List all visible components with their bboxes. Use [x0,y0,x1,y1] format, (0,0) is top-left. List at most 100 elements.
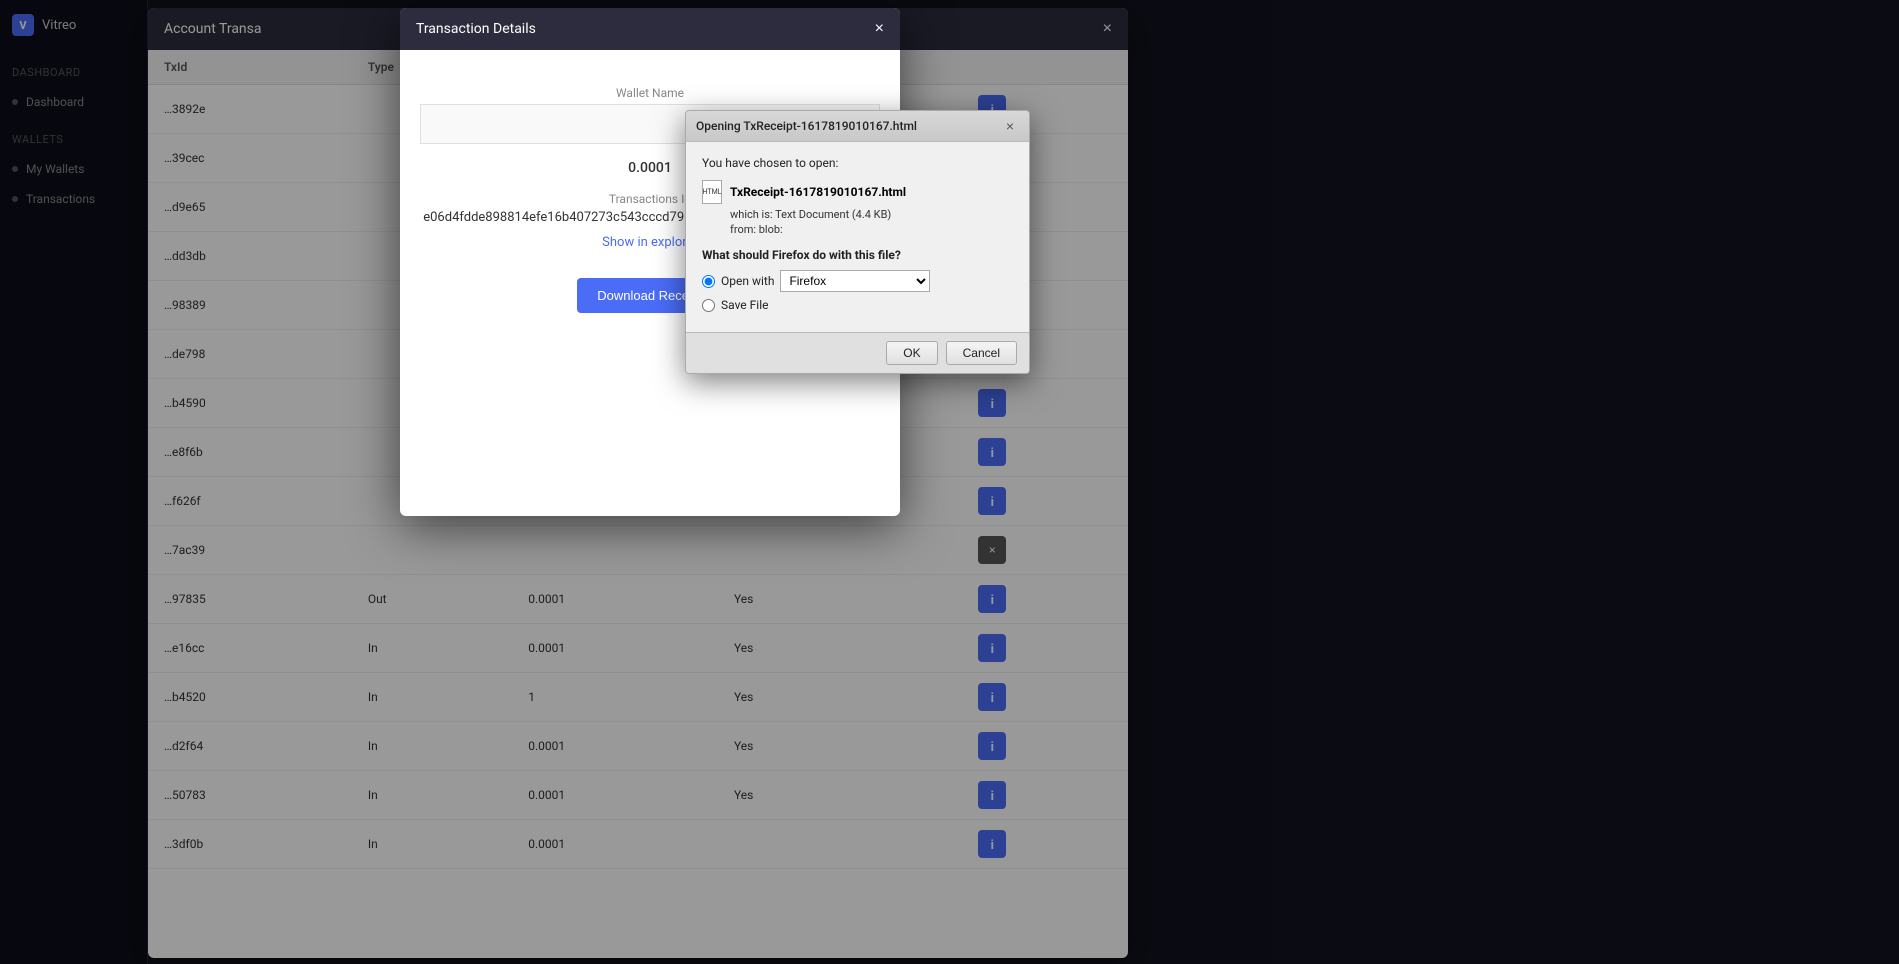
cell-txid: …b4520 [148,673,352,722]
cell-action: i [962,820,1128,869]
file-name: TxReceipt-1617819010167.html [730,185,906,199]
cell-txid: …de798 [148,330,352,379]
cell-amount: 0.0001 [512,771,718,820]
cell-confirmed: Yes [718,771,962,820]
sidebar-dot [12,166,18,172]
cell-txid: …dd3db [148,232,352,281]
cell-type [352,526,512,575]
cancel-button[interactable]: Cancel [946,341,1017,365]
cell-type: Out [352,575,512,624]
cell-action: × [962,526,1128,575]
cell-action: i [962,575,1128,624]
sidebar-item-dashboard[interactable]: Dashboard [0,87,147,117]
info-row-button[interactable]: i [978,389,1006,417]
sidebar-item-label: Transactions [26,192,95,206]
cell-txid: …e16cc [148,624,352,673]
cell-action: i [962,673,1128,722]
table-row: …97835Out0.0001Yesi [148,575,1128,624]
table-row: …d2f64In0.0001Yesi [148,722,1128,771]
sidebar-section-wallets: Wallets [0,125,147,154]
cell-txid: …f626f [148,477,352,526]
tx-details-close-button[interactable]: × [875,20,884,38]
cell-txid: …3892e [148,85,352,134]
tx-details-title: Transaction Details [416,21,536,37]
firefox-dialog-header: Opening TxReceipt-1617819010167.html × [686,111,1029,142]
sidebar-item-transactions[interactable]: Transactions [0,184,147,214]
save-file-radio[interactable] [702,299,715,312]
logo-icon: V [12,14,34,36]
firefox-dialog-question: What should Firefox do with this file? [702,248,1013,262]
sidebar-logo: V Vitreo [0,0,147,50]
info-row-button[interactable]: i [978,781,1006,809]
table-row: …7ac39× [148,526,1128,575]
col-action [962,50,1128,85]
sidebar-item-label: Dashboard [26,95,84,109]
cell-confirmed: Yes [718,624,962,673]
cell-action: i [962,722,1128,771]
sidebar: V Vitreo Dashboard Dashboard Wallets My … [0,0,148,964]
cell-type: In [352,624,512,673]
cell-confirmed: Yes [718,575,962,624]
cell-txid: …b4590 [148,379,352,428]
table-row: …50783In0.0001Yesi [148,771,1128,820]
cell-amount: 0.0001 [512,624,718,673]
info-row-button[interactable]: i [978,585,1006,613]
open-with-radio[interactable] [702,275,715,288]
sidebar-section-dashboard: Dashboard [0,58,147,87]
firefox-dialog-close-button[interactable]: × [1001,117,1019,135]
sidebar-dot [12,196,18,202]
application-select[interactable]: Firefox Other... [780,270,930,292]
cell-amount: 0.0001 [512,575,718,624]
file-icon: HTML [702,180,722,204]
cell-type: In [352,820,512,869]
tx-details-header: Transaction Details × [400,8,900,50]
info-row-button[interactable]: i [978,487,1006,515]
sidebar-item-label: My Wallets [26,162,84,176]
info-row-button[interactable]: i [978,438,1006,466]
sidebar-item-wallets[interactable]: My Wallets [0,154,147,184]
cell-confirmed [718,526,962,575]
info-row-button[interactable]: i [978,634,1006,662]
table-row: …3df0bIn0.0001 i [148,820,1128,869]
cell-type: In [352,771,512,820]
info-row-button[interactable]: i [978,830,1006,858]
cell-amount: 0.0001 [512,722,718,771]
cell-confirmed [718,820,962,869]
account-modal-close-button[interactable]: × [1103,20,1112,38]
cell-amount: 1 [512,673,718,722]
cell-action: i [962,379,1128,428]
info-row-button[interactable]: i [978,683,1006,711]
firefox-dialog-intro: You have chosen to open: [702,156,1013,170]
file-row: HTML TxReceipt-1617819010167.html [702,180,1013,204]
cell-txid: …39cec [148,134,352,183]
save-file-label: Save File [721,298,768,312]
wallet-name-label: Wallet Name [420,86,880,100]
open-with-label: Open with Firefox Other... [721,270,930,292]
firefox-dialog-body: You have chosen to open: HTML TxReceipt-… [686,142,1029,332]
cell-amount [512,526,718,575]
cell-txid: …98389 [148,281,352,330]
col-txid: TxId [148,50,352,85]
cell-type: In [352,673,512,722]
table-row: …e16ccIn0.0001Yesi [148,624,1128,673]
file-type-info: which is: Text Document (4.4 KB) [730,208,1013,221]
cell-amount: 0.0001 [512,820,718,869]
cell-txid: …97835 [148,575,352,624]
info-row-button[interactable]: i [978,732,1006,760]
file-from-info: from: blob: [730,223,1013,236]
account-modal-title: Account Transa [164,21,262,37]
cell-txid: …d2f64 [148,722,352,771]
cell-confirmed: Yes [718,722,962,771]
close-row-button[interactable]: × [978,536,1006,564]
cell-txid: …3df0b [148,820,352,869]
cell-txid: …50783 [148,771,352,820]
firefox-dialog-footer: OK Cancel [686,332,1029,373]
cell-confirmed: Yes [718,673,962,722]
show-in-explorer-link[interactable]: Show in explorer [602,235,698,250]
firefox-file-dialog: Opening TxReceipt-1617819010167.html × Y… [685,110,1030,374]
logo-text: Vitreo [42,18,76,33]
ok-button[interactable]: OK [886,341,937,365]
cell-action: i [962,771,1128,820]
cell-txid: …e8f6b [148,428,352,477]
cell-txid: …d9e65 [148,183,352,232]
